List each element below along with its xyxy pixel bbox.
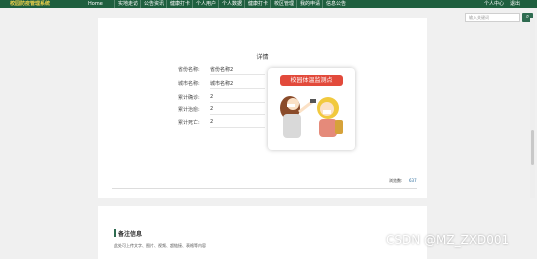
field-value: 城市名称2 [210,81,234,87]
remark-panel [98,206,427,259]
nav-item-4[interactable]: 个人用户 [192,0,216,8]
section-divider [112,188,417,189]
search-icon: ⌕ [525,13,530,20]
remark-accent-bar [114,229,116,237]
nav-home[interactable]: Home [88,0,103,8]
field-underline [210,114,265,115]
views-count: 637 [409,178,417,183]
field-label: 城市名称: [178,81,200,87]
watermark-text: CSDN @MZ_ZXD001 [386,233,510,247]
logout-link[interactable]: 退出 [510,0,520,8]
field-underline [210,74,265,75]
field-value: 省份名称2 [210,67,234,73]
views-label: 浏览数: [389,178,403,183]
nav-item-3[interactable]: 健康打卡 [166,0,190,8]
field-label: 累计死亡: [178,120,200,126]
field-underline [210,102,265,103]
user-center-link[interactable]: 个人中心 [484,0,504,8]
brand-title[interactable]: 校园防疫管理系统 [10,0,50,8]
field-underline [210,127,265,128]
illustration-image [280,96,343,138]
scrollbar-thumb[interactable] [531,130,534,165]
remark-title: 备注信息 [118,231,143,238]
field-value: 2 [210,119,214,125]
scrollbar-track[interactable] [530,18,535,198]
detail-image: 校园体温监测点 [268,68,355,150]
field-label: 省份名称: [178,67,200,73]
field-value: 2 [210,94,214,100]
field-label: 累计确诊: [178,95,200,101]
field-underline [210,88,265,89]
field-label: 累计治愈: [178,107,200,113]
nav-item-9[interactable]: 信息公告 [322,0,346,8]
nav-item-7[interactable]: 校区管理 [270,0,294,8]
nav-item-6[interactable]: 健康打卡 [244,0,268,8]
nav-item-1[interactable]: 实地走访 [114,0,138,8]
remark-text: 此处可上传文字、图片、视频、超链接、表格等内容 [114,243,206,248]
top-navbar: 校园防疫管理系统 Home 实地走访 公告资讯 健康打卡 个人用户 个人数据 健… [0,0,537,8]
nav-item-5[interactable]: 个人数据 [218,0,242,8]
nav-item-8[interactable]: 我的申请 [296,0,320,8]
detail-card: 详情 [98,18,427,198]
search-input[interactable]: 输入关键词 [465,13,520,22]
page-title: 详情 [256,54,269,61]
field-value: 2 [210,106,214,112]
nav-item-2[interactable]: 公告资讯 [140,0,164,8]
